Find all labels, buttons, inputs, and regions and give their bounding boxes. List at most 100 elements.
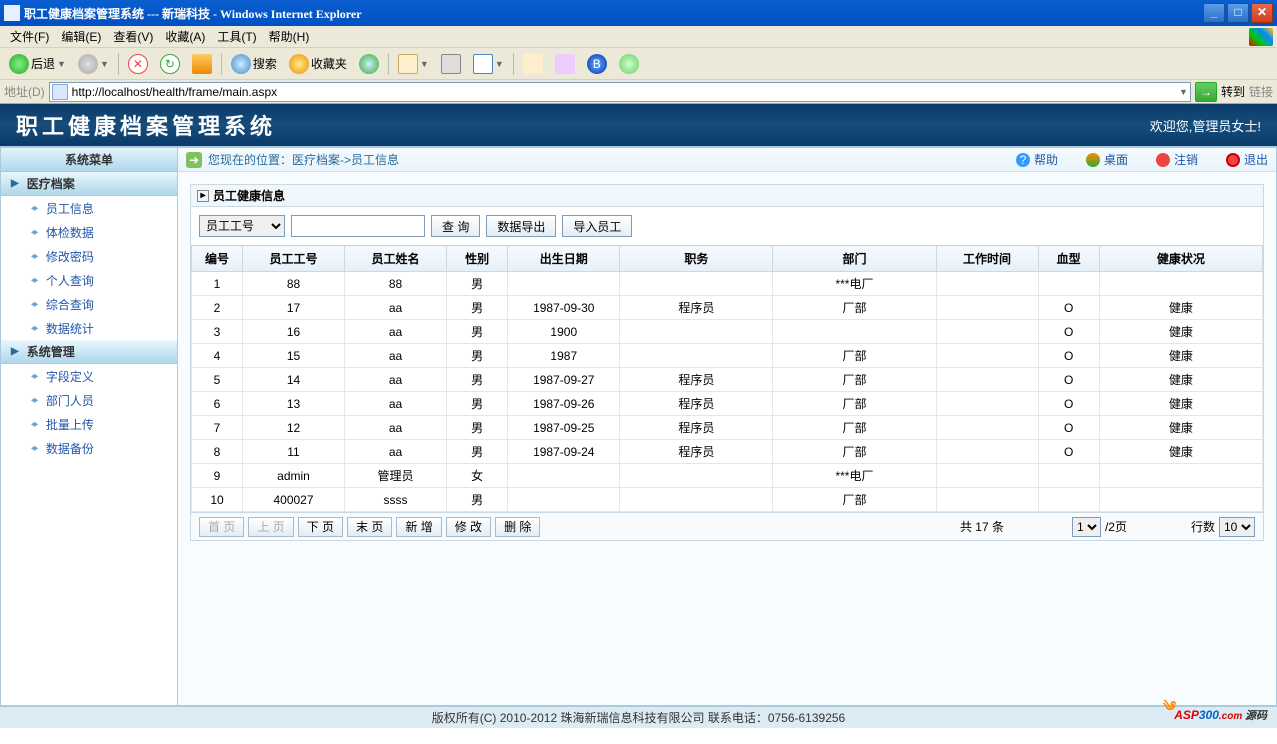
search-icon <box>231 54 251 74</box>
bluetooth-button[interactable]: B <box>582 51 612 77</box>
sidebar-item[interactable]: 员工信息 <box>1 196 177 220</box>
help-icon: ? <box>1016 153 1030 167</box>
table-row[interactable]: 9admin管理员女***电厂 <box>192 464 1263 488</box>
star-icon <box>289 54 309 74</box>
sidebar-item[interactable]: 数据备份 <box>1 436 177 460</box>
menu-fav[interactable]: 收藏(A) <box>159 28 211 45</box>
search-button[interactable]: 搜索 <box>226 51 282 77</box>
address-input[interactable] <box>72 85 1179 99</box>
filter-field-select[interactable]: 员工工号 <box>199 215 285 237</box>
sidebar-item[interactable]: 部门人员 <box>1 388 177 412</box>
research-icon <box>555 54 575 74</box>
menu-tools[interactable]: 工具(T) <box>211 28 262 45</box>
table-row[interactable]: 10400027ssss男厂部 <box>192 488 1263 512</box>
minimize-button[interactable]: _ <box>1203 3 1225 23</box>
import-button[interactable]: 导入员工 <box>562 215 632 237</box>
sidebar-item[interactable]: 字段定义 <box>1 364 177 388</box>
back-button[interactable]: 后退▼ <box>4 51 71 77</box>
table-row[interactable]: 415aa男1987厂部O健康 <box>192 344 1263 368</box>
stop-button[interactable]: ✕ <box>123 51 153 77</box>
pager: 首 页 上 页 下 页 末 页 新 增 修 改 删 除 共 17 条 1 /2页… <box>191 512 1263 540</box>
col-header: 健康状况 <box>1099 246 1262 272</box>
refresh-button[interactable]: ↻ <box>155 51 185 77</box>
edit-icon <box>473 54 493 74</box>
stop-icon: ✕ <box>128 54 148 74</box>
sidebar-group[interactable]: 系统管理 <box>1 340 177 364</box>
sidebar-group[interactable]: 医疗档案 <box>1 172 177 196</box>
table-row[interactable]: 712aa男1987-09-25程序员厂部O健康 <box>192 416 1263 440</box>
maximize-button[interactable]: □ <box>1227 3 1249 23</box>
table-row[interactable]: 316aa男1900O健康 <box>192 320 1263 344</box>
query-button[interactable]: 查 询 <box>431 215 480 237</box>
menu-view[interactable]: 查看(V) <box>107 28 159 45</box>
go-button[interactable]: → <box>1195 82 1217 102</box>
menu-edit[interactable]: 编辑(E) <box>55 28 107 45</box>
sidebar-item[interactable]: 数据统计 <box>1 316 177 340</box>
ie-logo-icon <box>1249 28 1273 46</box>
table-row[interactable]: 514aa男1987-09-27程序员厂部O健康 <box>192 368 1263 392</box>
home-icon <box>192 54 212 74</box>
prev-page-button[interactable]: 上 页 <box>248 517 293 537</box>
home-button[interactable] <box>187 51 217 77</box>
total-pages: /2页 <box>1105 518 1127 535</box>
go-label: 转到 <box>1221 83 1245 100</box>
app-icon <box>4 5 20 21</box>
links-label[interactable]: 链接 <box>1249 83 1273 100</box>
sidebar-item[interactable]: 体检数据 <box>1 220 177 244</box>
add-button[interactable]: 新 增 <box>396 517 441 537</box>
first-page-button[interactable]: 首 页 <box>199 517 244 537</box>
desktop-icon <box>1086 153 1100 167</box>
menu-help[interactable]: 帮助(H) <box>263 28 316 45</box>
app-header: 职工健康档案管理系统 欢迎您,管理员女士! <box>0 104 1277 146</box>
history-button[interactable] <box>354 51 384 77</box>
forward-icon <box>78 54 98 74</box>
panel: ▸ 员工健康信息 员工工号 查 询 数据导出 导入员工 编号员工工号员工姓名性别… <box>190 184 1264 541</box>
logout-link[interactable]: 注销 <box>1156 151 1198 168</box>
next-page-button[interactable]: 下 页 <box>298 517 343 537</box>
address-label: 地址(D) <box>4 83 45 100</box>
export-button[interactable]: 数据导出 <box>486 215 556 237</box>
messenger-button[interactable] <box>614 51 644 77</box>
favicon-icon <box>52 84 68 100</box>
favorites-button[interactable]: 收藏夹 <box>284 51 352 77</box>
col-header: 员工姓名 <box>345 246 447 272</box>
last-page-button[interactable]: 末 页 <box>347 517 392 537</box>
table-row[interactable]: 613aa男1987-09-26程序员厂部O健康 <box>192 392 1263 416</box>
table-row[interactable]: 18888男***电厂 <box>192 272 1263 296</box>
collapse-icon[interactable]: ▸ <box>197 190 209 202</box>
total-count: 共 17 条 <box>960 518 1004 535</box>
desktop-link[interactable]: 桌面 <box>1086 151 1128 168</box>
print-icon <box>441 54 461 74</box>
help-link[interactable]: ?帮助 <box>1016 151 1058 168</box>
page-select[interactable]: 1 <box>1072 517 1101 537</box>
data-table: 编号员工工号员工姓名性别出生日期职务部门工作时间血型健康状况 18888男***… <box>191 245 1263 512</box>
table-row[interactable]: 217aa男1987-09-30程序员厂部O健康 <box>192 296 1263 320</box>
sidebar-item[interactable]: 综合查询 <box>1 292 177 316</box>
address-input-wrap[interactable]: ▼ <box>49 82 1191 102</box>
col-header: 出生日期 <box>508 246 620 272</box>
forward-button[interactable]: ▼ <box>73 51 114 77</box>
discuss-button[interactable] <box>518 51 548 77</box>
print-button[interactable] <box>436 51 466 77</box>
edit-button[interactable]: ▼ <box>468 51 509 77</box>
sidebar-item[interactable]: 修改密码 <box>1 244 177 268</box>
research-button[interactable] <box>550 51 580 77</box>
delete-button[interactable]: 删 除 <box>495 517 540 537</box>
address-dropdown-icon[interactable]: ▼ <box>1179 87 1188 97</box>
window-titlebar: 职工健康档案管理系统 --- 新瑞科技 - Windows Internet E… <box>0 0 1277 26</box>
col-header: 工作时间 <box>936 246 1038 272</box>
col-header: 员工工号 <box>243 246 345 272</box>
search-bar: 员工工号 查 询 数据导出 导入员工 <box>191 207 1263 245</box>
exit-link[interactable]: 退出 <box>1226 151 1268 168</box>
sidebar-item[interactable]: 个人查询 <box>1 268 177 292</box>
col-header: 部门 <box>773 246 936 272</box>
mail-button[interactable]: ▼ <box>393 51 434 77</box>
table-row[interactable]: 811aa男1987-09-24程序员厂部O健康 <box>192 440 1263 464</box>
rows-select[interactable]: 10 <box>1219 517 1255 537</box>
rows-label: 行数 <box>1191 518 1215 535</box>
menu-file[interactable]: 文件(F) <box>4 28 55 45</box>
edit-button[interactable]: 修 改 <box>446 517 491 537</box>
filter-value-input[interactable] <box>291 215 425 237</box>
close-button[interactable]: ✕ <box>1251 3 1273 23</box>
sidebar-item[interactable]: 批量上传 <box>1 412 177 436</box>
